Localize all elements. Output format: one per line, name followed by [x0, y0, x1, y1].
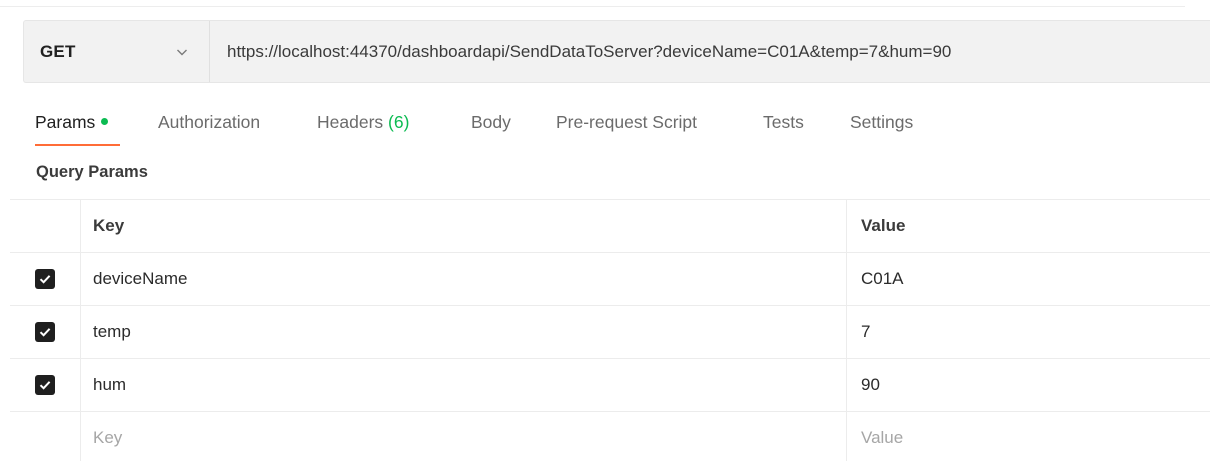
active-tab-underline [35, 144, 120, 146]
url-input[interactable]: https://localhost:44370/dashboardapi/Sen… [210, 21, 1210, 82]
key-column-header: Key [93, 216, 125, 235]
tab-authorization[interactable]: Authorization [158, 110, 260, 150]
tab-tests[interactable]: Tests [763, 110, 804, 150]
new-key-input[interactable]: Key [93, 412, 848, 461]
chevron-down-icon [177, 49, 187, 55]
tab-pre-request-script-label: Pre-request Script [556, 112, 698, 132]
param-value-cell[interactable]: 90 [861, 359, 1210, 411]
table-row: temp 7 [10, 305, 1210, 358]
param-key-cell[interactable]: temp [93, 306, 848, 358]
tab-pre-request-script[interactable]: Pre-request Script [556, 110, 697, 150]
row-checkbox[interactable] [35, 375, 55, 395]
tab-params[interactable]: Params [35, 110, 120, 150]
checkmark-icon [39, 381, 51, 390]
request-bar: GET https://localhost:44370/dashboardapi… [23, 20, 1210, 83]
param-value-cell[interactable]: 7 [861, 306, 1210, 358]
query-params-table: Key Value deviceName C01A temp 7 hum 90 … [10, 199, 1210, 461]
tab-tests-label: Tests [763, 112, 804, 132]
params-active-dot-icon [101, 118, 109, 126]
row-checkbox[interactable] [35, 322, 55, 342]
tab-params-label: Params [35, 112, 96, 132]
query-params-title: Query Params [36, 163, 148, 181]
tab-headers-count: (6) [388, 112, 410, 132]
row-check-cell [10, 412, 81, 461]
top-divider [0, 6, 1185, 7]
checkmark-icon [39, 328, 51, 337]
new-value-input[interactable]: Value [861, 412, 1210, 461]
row-check-cell [10, 253, 81, 305]
row-check-cell [10, 359, 81, 411]
tab-headers[interactable]: Headers (6) [317, 110, 409, 150]
column-divider [846, 412, 847, 461]
tab-authorization-label: Authorization [158, 112, 261, 132]
tab-body-label: Body [471, 112, 511, 132]
param-key-cell[interactable]: hum [93, 359, 848, 411]
table-header-row: Key Value [10, 199, 1210, 252]
param-key-cell[interactable]: deviceName [93, 253, 848, 305]
tab-settings[interactable]: Settings [850, 110, 913, 150]
new-param-row: Key Value [10, 411, 1210, 461]
column-divider [846, 359, 847, 411]
tab-body[interactable]: Body [471, 110, 511, 150]
tab-headers-label: Headers [317, 112, 384, 132]
column-divider [846, 200, 847, 252]
value-column-header: Value [861, 216, 906, 235]
column-divider [846, 253, 847, 305]
method-label: GET [40, 41, 76, 61]
postman-request-panel: GET https://localhost:44370/dashboardapi… [0, 0, 1210, 461]
row-checkbox[interactable] [35, 269, 55, 289]
tab-settings-label: Settings [850, 112, 914, 132]
header-check-cell [10, 200, 81, 252]
checkmark-icon [39, 275, 51, 284]
param-value-cell[interactable]: C01A [861, 253, 1210, 305]
column-divider [846, 306, 847, 358]
table-row: hum 90 [10, 358, 1210, 411]
table-row: deviceName C01A [10, 252, 1210, 305]
row-check-cell [10, 306, 81, 358]
method-select[interactable]: GET [24, 21, 210, 82]
